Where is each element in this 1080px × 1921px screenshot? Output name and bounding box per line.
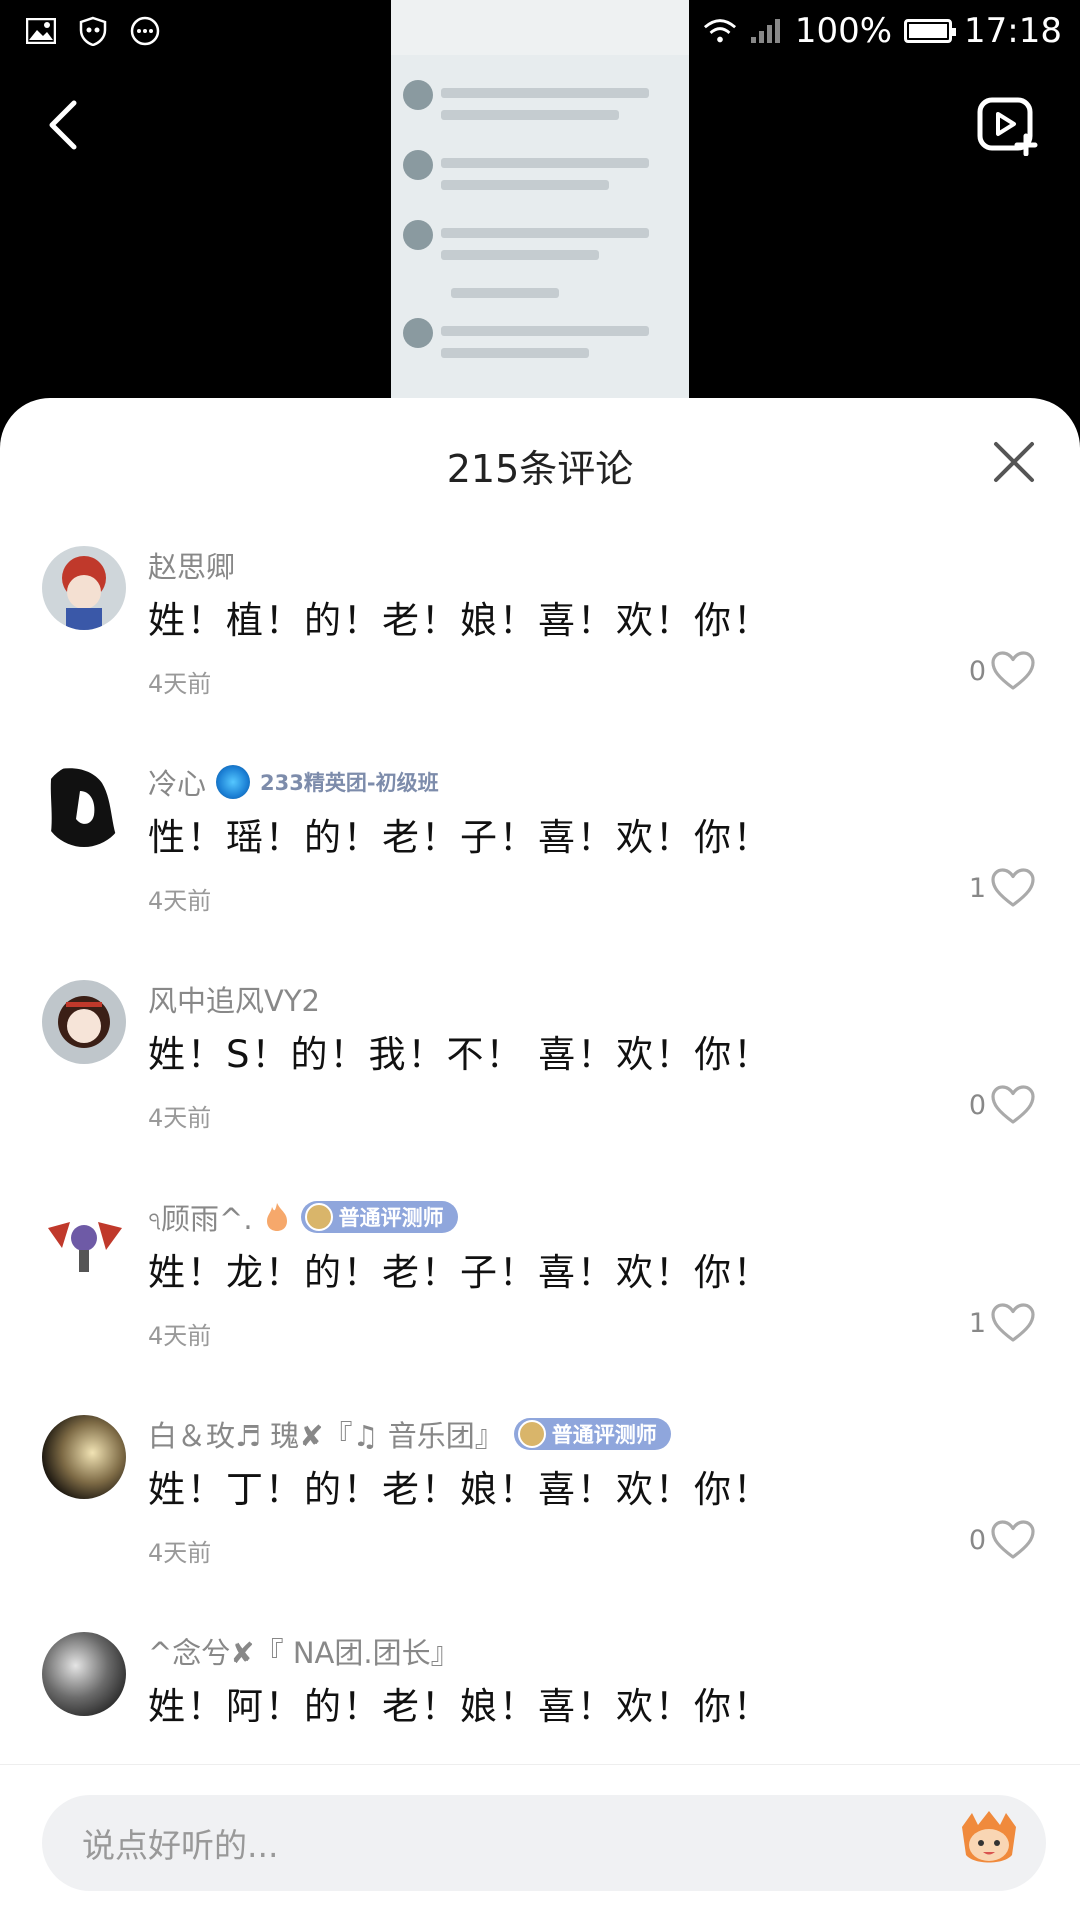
- avatar[interactable]: [42, 1415, 126, 1499]
- group-tag[interactable]: 233精英团-初级班: [260, 767, 439, 797]
- badge-avatar-icon: [304, 1203, 333, 1231]
- avatar[interactable]: [42, 980, 126, 1064]
- like-button[interactable]: 0: [969, 1519, 1036, 1561]
- video-preview[interactable]: [391, 0, 689, 400]
- comment-text: 姓！S！的！我！不！ 喜！欢！你！: [148, 1033, 773, 1076]
- comment-text: 姓！丁！的！老！娘！喜！欢！你！: [148, 1468, 772, 1511]
- heart-icon: [991, 651, 1035, 690]
- like-button[interactable]: 0: [969, 1084, 1036, 1126]
- comment-item: 白＆玫♬ 瑰✘『♫ 音乐团』 普通评测师 姓！丁！的！老！娘！喜！欢！你！ 4天…: [0, 1415, 1080, 1635]
- chevron-left-icon: [49, 100, 77, 150]
- avatar[interactable]: [42, 1198, 126, 1282]
- reviewer-badge[interactable]: 普通评测师: [300, 1201, 458, 1233]
- comment-text: 性！瑶！的！老！子！喜！欢！你！: [148, 816, 772, 859]
- clock: 17:18: [964, 11, 1062, 51]
- add-video-button[interactable]: [976, 96, 1042, 157]
- shield-icon: [76, 14, 110, 48]
- close-button[interactable]: [990, 438, 1038, 486]
- comment-time: 4天前: [148, 670, 212, 698]
- comment-item: 冷心 233精英团-初级班 性！瑶！的！老！子！喜！欢！你！ 4天前 1: [0, 763, 1080, 983]
- avatar[interactable]: [42, 1632, 126, 1716]
- back-button[interactable]: [40, 95, 90, 155]
- battery-icon: [904, 19, 957, 43]
- comment-time: 4天前: [148, 1539, 212, 1567]
- like-count: 1: [968, 872, 986, 904]
- user-name[interactable]: 冷心: [148, 761, 206, 803]
- user-name[interactable]: 风中追风VY2: [148, 978, 320, 1020]
- user-name[interactable]: ^念兮✘『 NA团.团长』: [148, 1630, 460, 1672]
- badge-avatar-icon: [517, 1420, 546, 1448]
- close-icon: [994, 442, 1034, 482]
- heart-icon: [991, 868, 1035, 907]
- comment-item: 风中追风VY2 姓！S！的！我！不！ 喜！欢！你！ 4天前 0: [0, 980, 1080, 1200]
- like-count: 1: [968, 1307, 986, 1339]
- battery-percent: 100%: [794, 11, 893, 51]
- comment-text: 姓！龙！的！老！子！喜！欢！你！: [148, 1251, 772, 1294]
- comment-item: ঀ顾雨^. 普通评测师 姓！龙！的！老！子！喜！欢！你！ 4天前 1: [0, 1198, 1080, 1418]
- fire-icon: [266, 1203, 287, 1231]
- emoji-mascot-icon: [962, 1811, 1016, 1863]
- comment-input-bar: 说点好听的...: [0, 1764, 1080, 1921]
- user-name[interactable]: 赵思卿: [148, 544, 235, 586]
- like-count: 0: [968, 655, 986, 687]
- user-name[interactable]: 白＆玫♬ 瑰✘『♫ 音乐团』: [148, 1413, 504, 1455]
- gallery-icon: [24, 14, 58, 48]
- comment-input[interactable]: 说点好听的...: [42, 1795, 1046, 1891]
- more-dots-icon: [128, 14, 162, 48]
- emoji-button[interactable]: [954, 1807, 1024, 1867]
- avatar[interactable]: [42, 763, 126, 847]
- reviewer-badge[interactable]: 普通评测师: [513, 1418, 671, 1450]
- signal-icon: [749, 14, 783, 48]
- user-name[interactable]: ঀ顾雨^.: [148, 1196, 253, 1238]
- comment-time: 4天前: [148, 887, 212, 915]
- heart-icon: [991, 1085, 1035, 1124]
- like-count: 0: [968, 1524, 986, 1556]
- comment-time: 4天前: [148, 1104, 212, 1132]
- comment-sheet: 215条评论 赵思卿 姓！植！的！老！娘！喜！欢！你！ 4天前 0 冷心 233…: [0, 398, 1080, 1921]
- comment-time: 4天前: [148, 1322, 212, 1350]
- avatar[interactable]: [42, 546, 126, 630]
- comment-count-title: 215条评论: [446, 447, 634, 491]
- like-button[interactable]: 0: [969, 650, 1036, 692]
- like-count: 0: [968, 1089, 986, 1121]
- wifi-icon: [703, 14, 737, 48]
- like-button[interactable]: 1: [969, 1302, 1036, 1344]
- comment-text: 姓！阿！的！老！娘！喜！欢！你！: [148, 1685, 772, 1728]
- heart-icon: [991, 1303, 1035, 1342]
- video-add-icon: [977, 97, 1038, 157]
- comment-item: 赵思卿 姓！植！的！老！娘！喜！欢！你！ 4天前 0: [0, 546, 1080, 766]
- gem-badge-icon: [216, 765, 251, 799]
- heart-icon: [991, 1520, 1035, 1559]
- like-button[interactable]: 1: [969, 867, 1036, 909]
- comment-text: 姓！植！的！老！娘！喜！欢！你！: [148, 599, 772, 642]
